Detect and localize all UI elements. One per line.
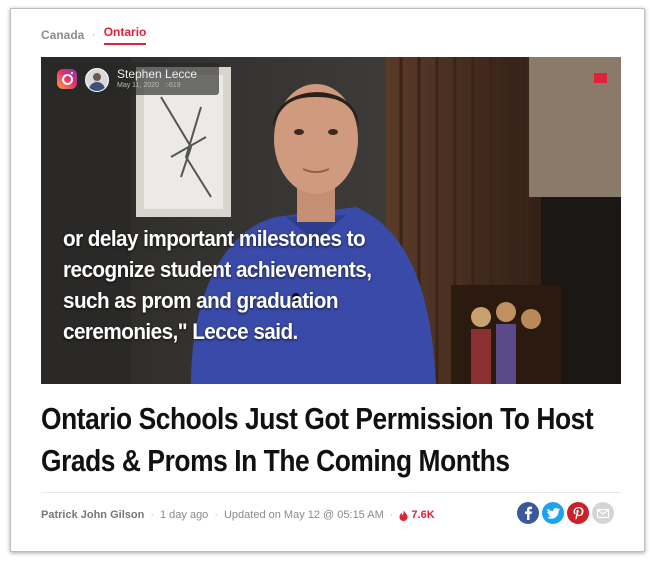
breadcrumb-canada-link[interactable]: Canada xyxy=(41,28,84,42)
meta-separator: · xyxy=(389,509,394,521)
flame-icon xyxy=(399,509,408,521)
video-caption: or delay important milestones to recogni… xyxy=(63,223,449,347)
headline-line: Grads & Proms In The Coming Months xyxy=(41,443,510,478)
facebook-icon xyxy=(525,506,532,520)
pinterest-icon xyxy=(573,506,583,520)
instagram-post-date: May 11, 2020 xyxy=(117,82,159,89)
breadcrumb-separator: · xyxy=(92,29,96,41)
instagram-account-name: Stephen Lecce xyxy=(117,67,198,81)
share-facebook-button[interactable] xyxy=(517,502,539,524)
email-icon xyxy=(597,508,609,518)
share-email-button[interactable] xyxy=(592,502,614,524)
author-link[interactable]: Patrick John Gilson xyxy=(41,509,144,521)
record-icon xyxy=(594,73,607,83)
article-meta: Patrick John Gilson · 1 day ago · Update… xyxy=(41,509,435,521)
avatar xyxy=(85,68,109,92)
meta-separator: · xyxy=(214,509,218,521)
headline-line: Ontario Schools Just Got Permission To H… xyxy=(41,401,594,436)
caption-line: recognize student achievements, xyxy=(63,257,372,282)
meta-separator: · xyxy=(150,509,154,521)
hero-video[interactable]: Stephen Lecce May 11, 2020 ○619 or delay… xyxy=(41,57,621,384)
instagram-post-meta: May 11, 2020 ○619 xyxy=(117,82,181,89)
twitter-icon xyxy=(546,507,560,519)
publish-age: 1 day ago xyxy=(159,509,209,521)
article-headline[interactable]: Ontario Schools Just Got Permission To H… xyxy=(41,398,594,482)
share-twitter-button[interactable] xyxy=(542,502,564,524)
caption-line: or delay important milestones to xyxy=(63,226,366,251)
instagram-icon xyxy=(57,69,77,89)
divider xyxy=(41,492,621,493)
instagram-overlay: Stephen Lecce May 11, 2020 ○619 xyxy=(47,63,219,95)
caption-line: ceremonies," Lecce said. xyxy=(63,319,298,344)
breadcrumb: Canada · Ontario xyxy=(41,25,147,45)
instagram-comment-count: 619 xyxy=(168,82,181,89)
breadcrumb-ontario-link[interactable]: Ontario xyxy=(103,25,147,45)
caption-line: such as prom and graduation xyxy=(63,288,339,313)
trending-count-value: 7.6K xyxy=(411,509,435,521)
updated-timestamp: Updated on May 12 @ 05:15 AM xyxy=(223,509,384,521)
share-pinterest-button[interactable] xyxy=(567,502,589,524)
trending-count: 7.6K xyxy=(399,509,435,521)
article-card: Canada · Ontario Stephen Lecce May 11, 2… xyxy=(10,8,645,552)
